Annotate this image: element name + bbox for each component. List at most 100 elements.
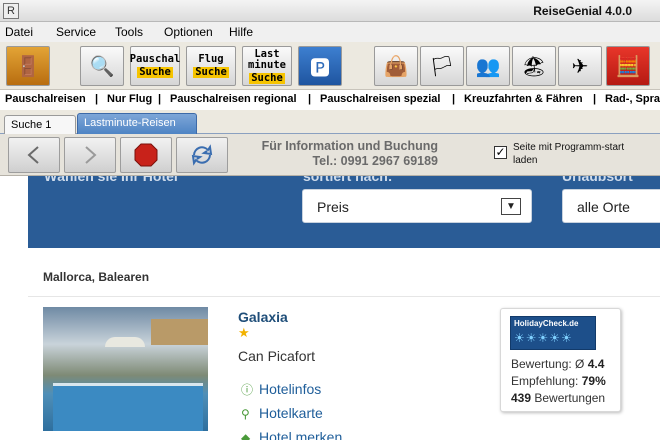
lastminute-suche-button[interactable]: Last minute Suche	[242, 46, 292, 86]
people-button[interactable]: 👥	[466, 46, 510, 86]
hotel-name[interactable]: Galaxia	[238, 309, 288, 325]
place-heading: Urlaubsort	[562, 176, 633, 184]
parking-button[interactable]: 🅿	[298, 46, 342, 86]
cat-pauschalreisen[interactable]: Pauschalreisen	[5, 93, 86, 105]
title-bar: R ReiseGenial 4.0.0	[0, 0, 660, 22]
holidaycheck-box[interactable]: HolidayCheck.de ☀☀☀☀☀ Bewertung: Ø 4.4 E…	[500, 308, 621, 412]
booking-info-line1: Für Information und Buchung	[261, 139, 438, 153]
hotel-location: Can Picafort	[238, 348, 316, 364]
hotelkarte-label: Hotelkarte	[259, 405, 323, 421]
menu-datei[interactable]: Datei	[5, 25, 33, 39]
cat-kreuzfahrten[interactable]: Kreuzfahrten & Fähren	[464, 93, 583, 105]
menu-service[interactable]: Service	[56, 25, 96, 39]
cat-nur-flug[interactable]: Nur Flug	[107, 93, 152, 105]
roof-shape	[151, 319, 208, 345]
flug-label: Flug	[198, 53, 224, 65]
suche-label: Suche	[137, 66, 173, 78]
back-arrow-icon	[27, 146, 39, 164]
map-marker-icon: ⚲	[241, 407, 250, 421]
rating-row: Bewertung: Ø 4.4	[511, 357, 604, 371]
recommend-label: Empfehlung:	[511, 374, 579, 388]
suche-icon: 🔍	[89, 55, 115, 78]
tab-lastminute-reisen[interactable]: Lastminute-Reisen	[77, 113, 197, 134]
menu-bar: Datei Service Tools Optionen Hilfe	[0, 22, 660, 42]
rating-value: 4.4	[587, 357, 605, 371]
forward-button[interactable]	[64, 137, 116, 173]
menu-optionen[interactable]: Optionen	[164, 25, 213, 39]
booking-info: Für Information und Buchung Tel.: 0991 2…	[240, 139, 438, 169]
window-title: ReiseGenial 4.0.0	[533, 4, 632, 18]
divider	[28, 296, 660, 297]
suche-button[interactable]: 🔍	[80, 46, 124, 86]
search-filter-band: Wählen sie Ihr Hotel sortiert nach: Urla…	[28, 176, 660, 248]
reviews-count: 439	[511, 391, 532, 405]
stop-icon	[134, 143, 158, 167]
sort-select-value: Preis	[317, 199, 349, 215]
hotel-photo[interactable]	[43, 307, 208, 431]
hotel-merken-label: Hotel merken	[259, 429, 343, 440]
pauschal-label: Pauschal	[129, 53, 181, 65]
beach-button[interactable]: 🏖	[512, 46, 556, 86]
pool-shape	[53, 383, 203, 431]
calculator-button[interactable]: 🧮	[606, 46, 650, 86]
airplane-button[interactable]: ✈	[558, 46, 602, 86]
refresh-icon	[191, 144, 213, 166]
cat-separator: |	[593, 93, 597, 105]
menu-hilfe[interactable]: Hilfe	[229, 25, 253, 39]
tab-bar: Suche 1 Lastminute-Reisen	[0, 110, 660, 134]
sort-select[interactable]: Preis ▼	[302, 189, 532, 223]
suche-label: Suche	[249, 71, 285, 84]
star-icon: ★	[238, 325, 250, 340]
toolbar: 🚪 🔍 Pauschal Suche Flug Suche Last minute S…	[0, 42, 660, 90]
umbrella-shape	[105, 337, 145, 347]
chevron-down-icon: ▼	[501, 198, 521, 215]
tab-suche-1[interactable]: Suche 1	[4, 115, 76, 134]
flags-button[interactable]: 🏳	[420, 46, 464, 86]
airplane-icon: ✈	[571, 55, 589, 78]
rating-label: Bewertung: Ø	[511, 357, 585, 371]
cat-separator: |	[158, 93, 162, 105]
holidaycheck-logo: HolidayCheck.de ☀☀☀☀☀	[510, 316, 596, 350]
recommend-row: Empfehlung: 79%	[511, 374, 606, 388]
flug-suche-button[interactable]: Flug Suche	[186, 46, 236, 86]
forward-arrow-icon	[85, 146, 97, 164]
stop-button[interactable]	[120, 137, 172, 173]
startup-checkbox[interactable]: ✓	[494, 146, 507, 159]
info-icon: ⓘ	[241, 383, 254, 397]
hotelinfos-link[interactable]: ⓘ Hotelinfos	[241, 381, 321, 398]
cat-separator: |	[452, 93, 456, 105]
system-menu-icon[interactable]: R	[3, 3, 19, 19]
home-door-button[interactable]: 🚪	[6, 46, 50, 86]
hotelkarte-link[interactable]: ⚲ Hotelkarte	[241, 405, 323, 421]
cat-separator: |	[308, 93, 312, 105]
cat-pauschalreisen-spezial[interactable]: Pauschalreisen spezial	[320, 93, 440, 105]
cat-separator: |	[95, 93, 99, 105]
startup-checkbox-label: Seite mit Programm-start laden	[513, 142, 625, 166]
bag-icon: 👜	[383, 55, 409, 78]
category-bar: Pauschalreisen | Nur Flug | Pauschalreis…	[0, 90, 660, 110]
flags-icon: 🏳	[429, 55, 455, 78]
calculator-icon: 🧮	[615, 55, 641, 78]
cat-rad-spra[interactable]: Rad-, Spra	[605, 93, 660, 105]
reviews-label: Bewertungen	[534, 391, 606, 405]
holidaycheck-logo-text: HolidayCheck.de	[514, 319, 579, 328]
menu-tools[interactable]: Tools	[115, 25, 143, 39]
refresh-button[interactable]	[176, 137, 228, 173]
reviews-row: 439 Bewertungen	[511, 391, 605, 405]
cat-pauschalreisen-regional[interactable]: Pauschalreisen regional	[170, 93, 297, 105]
hotelinfos-label: Hotelinfos	[259, 381, 322, 397]
home-door-icon: 🚪	[15, 55, 41, 78]
pauschal-suche-button[interactable]: Pauschal Suche	[130, 46, 180, 86]
back-button[interactable]	[8, 137, 60, 173]
hotel-filter-heading: Wählen sie Ihr Hotel	[44, 176, 178, 184]
booking-phone: Tel.: 0991 2967 69189	[312, 154, 438, 168]
suche-label: Suche	[193, 66, 229, 78]
bag-button[interactable]: 👜	[374, 46, 418, 86]
place-select[interactable]: alle Orte	[562, 189, 660, 223]
web-content: Wählen sie Ihr Hotel sortiert nach: Urla…	[0, 176, 660, 440]
rating-suns-icon: ☀☀☀☀☀	[514, 331, 573, 345]
sort-heading: sortiert nach:	[303, 176, 393, 184]
recommend-value: 79%	[581, 374, 606, 388]
hotel-merken-link[interactable]: ◆ Hotel merken	[241, 429, 342, 440]
region-heading: Mallorca, Balearen	[43, 270, 150, 284]
